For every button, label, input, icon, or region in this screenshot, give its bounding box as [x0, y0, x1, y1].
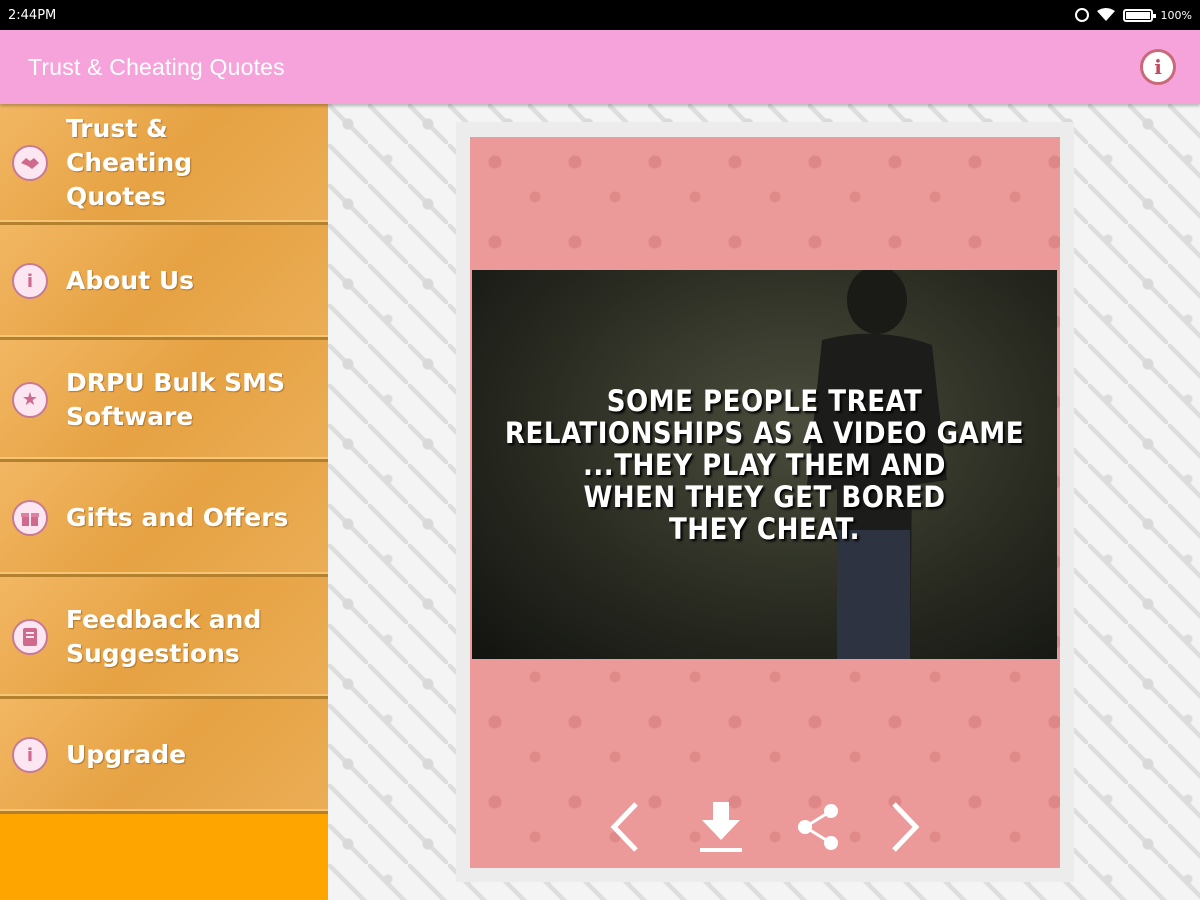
- menu-item-trust-cheating-quotes[interactable]: Trust & Cheating Quotes: [0, 104, 328, 225]
- battery-level: 100%: [1160, 8, 1192, 22]
- app-title: Trust & Cheating Quotes: [28, 53, 285, 80]
- menu-item-label: Gifts and Offers: [66, 503, 289, 532]
- menu-item-label: DRPU Bulk SMS Software: [66, 367, 285, 431]
- next-button[interactable]: [875, 795, 935, 859]
- info-icon: i: [12, 737, 48, 773]
- battery-icon: [1122, 8, 1156, 22]
- menu-item-label: Upgrade: [66, 740, 187, 769]
- status-icons: 100%: [1074, 8, 1192, 22]
- gift-icon: [12, 500, 48, 536]
- handshake-icon: [12, 145, 48, 181]
- menu-item-label: Trust & Cheating Quotes: [66, 114, 193, 211]
- sync-icon: [1074, 8, 1089, 22]
- previous-button[interactable]: [595, 795, 655, 859]
- chevron-right-icon: [892, 802, 920, 852]
- quote-controls: [470, 795, 1060, 859]
- download-button[interactable]: [691, 795, 751, 859]
- wifi-icon: [1096, 8, 1115, 21]
- info-button[interactable]: i: [1140, 49, 1176, 85]
- share-icon: [798, 804, 838, 850]
- download-icon: [700, 802, 742, 852]
- chevron-left-icon: [610, 802, 638, 852]
- menu-item-gifts-offers[interactable]: Gifts and Offers: [0, 462, 328, 577]
- star-icon: ★: [12, 381, 48, 418]
- menu-item-drpu-bulk-sms[interactable]: ★ DRPU Bulk SMS Software: [0, 340, 328, 462]
- info-icon: i: [12, 263, 48, 299]
- share-button[interactable]: [788, 795, 848, 859]
- menu-item-label: Feedback and Suggestions: [66, 604, 262, 668]
- navigation-drawer: Trust & Cheating Quotes i About Us ★ DRP…: [0, 104, 328, 900]
- status-bar: 2:44PM 100%: [0, 0, 1200, 30]
- menu-item-label: About Us: [66, 266, 195, 295]
- info-icon: i: [1154, 55, 1162, 79]
- menu-item-feedback[interactable]: Feedback and Suggestions: [0, 577, 328, 699]
- quote-text: SOME PEOPLE TREAT RELATIONSHIPS AS A VID…: [504, 383, 1025, 546]
- menu-item-about-us[interactable]: i About Us: [0, 225, 328, 340]
- menu-item-upgrade[interactable]: i Upgrade: [0, 699, 328, 814]
- action-bar: Trust & Cheating Quotes i: [0, 30, 1200, 104]
- quote-image: SOME PEOPLE TREAT RELATIONSHIPS AS A VID…: [472, 270, 1057, 659]
- feedback-icon: [12, 618, 48, 655]
- status-time: 2:44PM: [8, 7, 57, 23]
